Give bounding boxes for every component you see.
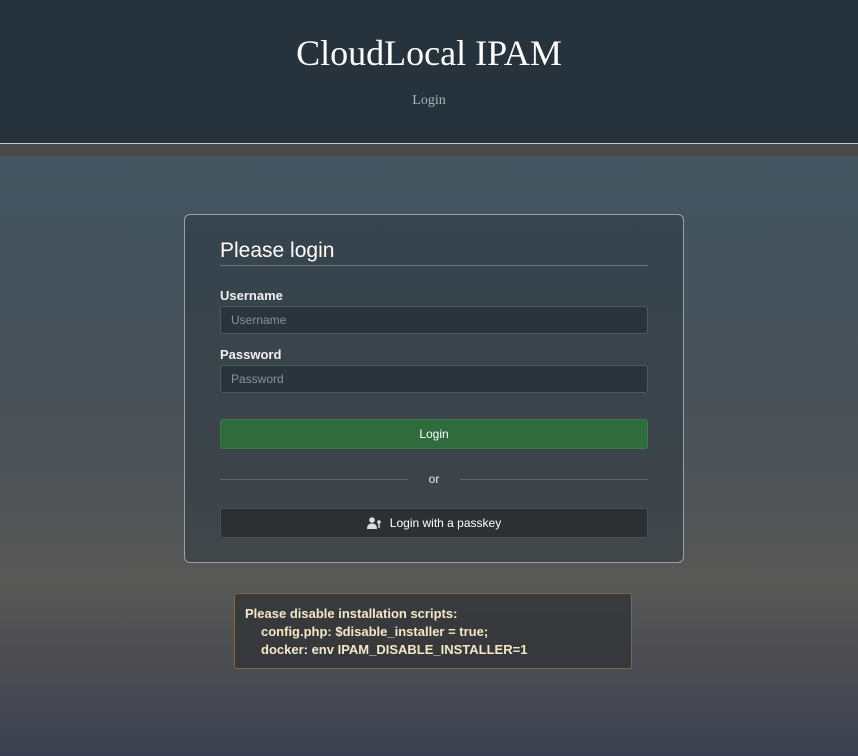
warning-line: docker: env IPAM_DISABLE_INSTALLER=1	[261, 642, 528, 657]
password-label: Password	[220, 347, 282, 362]
page-subtitle: Login	[412, 93, 446, 108]
warning-line: config.php: $disable_installer = true;	[261, 624, 489, 639]
password-input[interactable]	[220, 365, 648, 393]
login-button-label: Login	[419, 427, 449, 441]
passkey-login-button[interactable]: Login with a passkey	[220, 508, 648, 538]
username-label: Username	[220, 288, 283, 303]
header-divider	[0, 144, 858, 156]
warning-title: Please disable installation scripts:	[245, 606, 458, 621]
user-key-icon	[366, 517, 381, 529]
page-header: CloudLocal IPAM Login	[0, 0, 858, 144]
heading-divider	[220, 265, 648, 266]
app-title: CloudLocal IPAM	[296, 33, 562, 73]
installer-warning: Please disable installation scripts: con…	[234, 593, 632, 669]
separator-line	[460, 479, 648, 480]
login-heading: Please login	[220, 239, 335, 262]
username-input[interactable]	[220, 306, 648, 334]
login-panel: Please login Username Password Login or …	[184, 214, 684, 563]
passkey-button-label: Login with a passkey	[389, 516, 502, 530]
login-button[interactable]: Login	[220, 419, 648, 449]
or-separator: or	[220, 471, 648, 487]
